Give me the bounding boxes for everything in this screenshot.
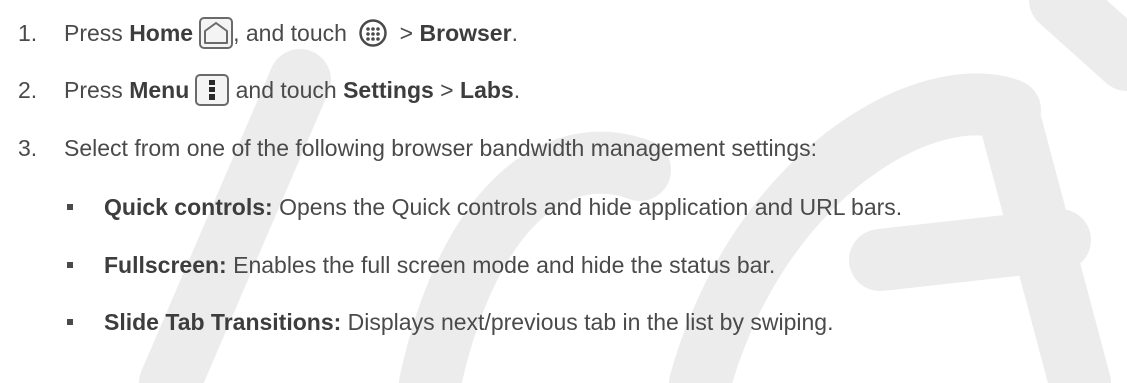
bullet-marker	[67, 204, 73, 210]
step-3: 3. Select from one of the following brow…	[0, 128, 1127, 168]
bullet-marker	[67, 262, 73, 268]
list-item-text: Fullscreen: Enables the full screen mode…	[104, 245, 775, 285]
menu-key-label: Menu	[129, 76, 190, 103]
settings-label: Settings	[343, 76, 434, 103]
setting-description: Opens the Quick controls and hide applic…	[272, 193, 903, 220]
step-text-segment: >	[393, 19, 420, 46]
setting-term: Slide Tab Transitions:	[104, 308, 342, 335]
apps-launcher-icon	[359, 19, 388, 47]
list-item: Fullscreen: Enables the full screen mode…	[0, 245, 1127, 285]
setting-term: Quick controls:	[104, 193, 273, 220]
list-item-text: Quick controls: Opens the Quick controls…	[104, 187, 902, 227]
step-text: Press Menu and touch Settings > Labs .	[64, 70, 520, 110]
bullet-marker	[67, 319, 73, 325]
step-text-segment: .	[511, 19, 518, 46]
list-item-text: Slide Tab Transitions: Displays next/pre…	[104, 302, 833, 342]
home-key-label: Home	[129, 19, 194, 46]
step-1: 1. Press Home , and touch > Browser .	[0, 13, 1127, 53]
step-text: Select from one of the following browser…	[64, 134, 818, 161]
instructions: 1. Press Home , and touch > Browser . 2.…	[0, 0, 1127, 383]
step-number: 2.	[18, 77, 38, 103]
list-item: Slide Tab Transitions: Displays next/pre…	[0, 302, 1127, 342]
home-key-icon	[199, 17, 234, 49]
step-number: 3.	[18, 135, 38, 161]
menu-key-icon	[195, 74, 230, 106]
step-number: 1.	[18, 20, 38, 46]
step-2: 2. Press Menu and touch Settings > Labs …	[0, 70, 1127, 110]
setting-description: Enables the full screen mode and hide th…	[226, 251, 776, 278]
step-text-segment: .	[513, 76, 521, 103]
setting-description: Displays next/previous tab in the list b…	[341, 308, 834, 335]
step-text-segment: >	[433, 76, 461, 103]
list-item: Quick controls: Opens the Quick controls…	[0, 187, 1127, 227]
labs-label: Labs	[460, 76, 514, 103]
step-text-segment: and touch	[229, 76, 344, 103]
browser-label: Browser	[419, 19, 512, 46]
step-text-segment: Press	[64, 19, 130, 46]
step-text-segment: Press	[64, 76, 130, 103]
step-text-segment: , and touch	[233, 19, 354, 46]
step-text: Press Home , and touch > Browser .	[64, 13, 518, 53]
setting-term: Fullscreen:	[104, 251, 227, 278]
